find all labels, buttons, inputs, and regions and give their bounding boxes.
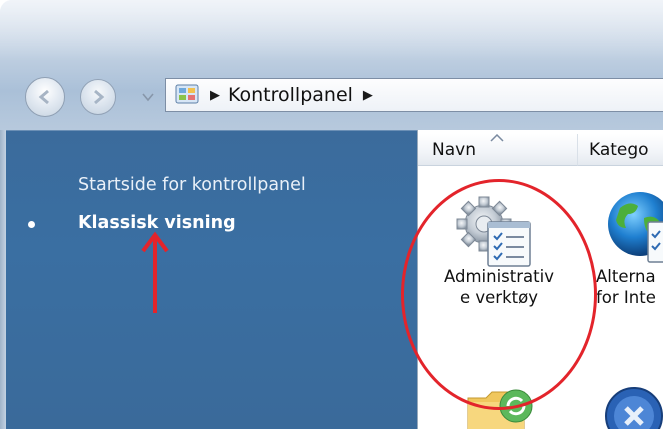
internet-options-label[interactable]: Alterna for Inte [596,266,663,308]
address-bar[interactable]: ▶ Kontrollpanel ▶ [165,78,663,112]
column-category-label: Katego [589,139,649,160]
globe-icon[interactable] [604,188,663,272]
breadcrumb-separator-icon[interactable]: ▶ [210,88,220,103]
forward-arrow-icon [94,89,105,105]
task-pane: Startside for kontrollpanel Klassisk vis… [6,130,417,429]
annotation-circle [401,179,597,410]
sort-ascending-icon [490,134,504,142]
column-header-name[interactable]: Navn [418,134,578,166]
classic-view-link[interactable]: Klassisk visning [78,213,236,233]
breadcrumb-kontrollpanel[interactable]: Kontrollpanel [228,84,353,106]
control-panel-home-link[interactable]: Startside for kontrollpanel [78,175,306,195]
breadcrumb-separator-icon[interactable]: ▶ [363,88,373,103]
internet-options-label-line1: Alterna [596,267,656,286]
back-arrow-icon [38,89,49,105]
column-header-category[interactable]: Katego [578,134,663,166]
update-icon[interactable] [604,386,663,429]
annotation-arrow [141,231,169,313]
control-panel-icon [175,84,199,104]
back-button[interactable] [25,77,65,117]
current-view-bullet [28,221,35,228]
internet-options-label-line2: for Inte [596,288,656,307]
explorer-window: ▶ Kontrollpanel ▶ Startside for kontroll… [0,0,663,429]
column-name-label: Navn [432,139,476,160]
forward-button[interactable] [80,79,116,115]
recent-pages-dropdown[interactable] [142,92,154,102]
